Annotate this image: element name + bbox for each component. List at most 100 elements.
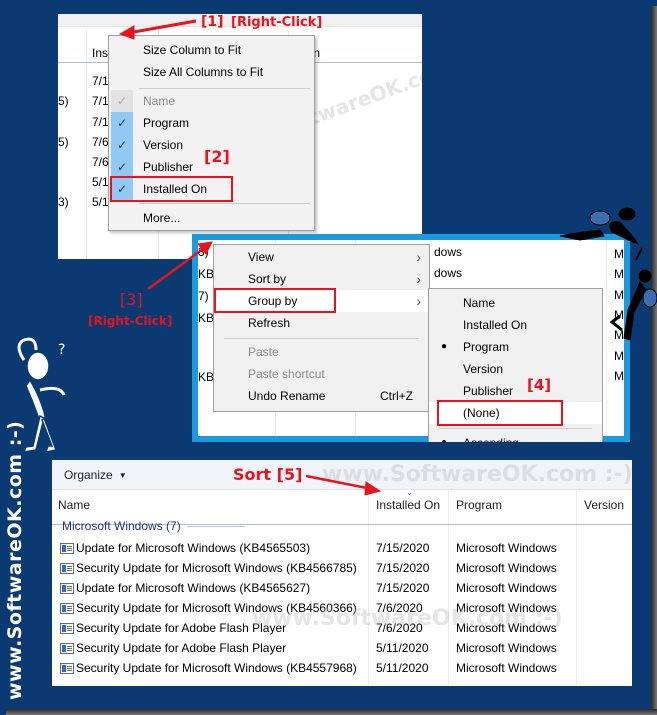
menu-item-label: Name [143,94,176,108]
submenu-item-publisher[interactable]: Publisher [429,380,602,402]
cell-name: Security Update for Microsoft Windows (K… [76,561,357,575]
command-bar: Organize ▼ www.SoftwareOK.com :-) [52,460,632,490]
menu-item-view[interactable]: View › [214,246,429,268]
menu-item-paste: Paste [214,341,429,363]
submenu-item-program[interactable]: ● Program [429,336,602,358]
checkmark-icon: ✓ [111,156,133,178]
menu-separator [224,338,419,339]
menu-item-label: Version [463,362,504,376]
update-icon [60,643,74,654]
submenu-item-version[interactable]: Version [429,358,602,380]
date-fragment: 7/1 [92,94,109,108]
annotation-step4: [4] [527,376,552,394]
table-row[interactable]: Security Update for Microsoft Windows (K… [52,659,632,679]
table-row[interactable]: Update for Microsoft Windows (KB4565503)… [52,539,632,559]
cell-fragment: M [614,328,624,342]
update-icon [60,663,74,674]
group-header[interactable]: Microsoft Windows (7) [62,519,622,533]
date-fragment: 7/1 [92,74,109,88]
date-fragment: 7/1 [92,115,109,129]
date-fragment: 7/6 [92,135,109,149]
update-icon [60,583,74,594]
table-row[interactable]: Security Update for Microsoft Windows (K… [52,559,632,579]
column-divider [606,240,607,436]
cell-fragment: M [614,267,624,281]
cell-program: Microsoft Windows [456,601,557,615]
cell-program: Microsoft Windows [456,581,557,595]
update-icon [60,603,74,614]
cell-fragment: M [614,369,624,383]
menu-item-label: Size All Columns to Fit [143,65,264,79]
submenu-item-name[interactable]: Name [429,292,602,314]
organize-label: Organize [64,468,113,482]
frame-shadow-bottom [6,709,657,715]
installed-updates-list: Organize ▼ www.SoftwareOK.com :-) Name ⌄ … [52,460,632,686]
menu-separator [139,88,310,89]
submenu-item-ascending[interactable]: ● Ascending [429,432,602,442]
group-divider [186,525,245,527]
cell-installed-on: 7/15/2020 [376,541,430,555]
highlight-box-installed-on [110,176,233,202]
group-label: Microsoft Windows (7) [62,519,181,533]
column-header-name[interactable]: Name [58,498,90,512]
annotation-step1: [1] [201,14,224,30]
menu-shortcut: Ctrl+Z [380,389,413,403]
organize-button[interactable]: Organize ▼ [64,468,127,482]
cell-program: Microsoft Windows [456,561,557,575]
date-fragment: 7/6 [92,155,109,169]
menu-item-refresh[interactable]: Refresh [214,312,429,334]
cell-fragment: M [614,288,624,302]
cell-installed-on: 7/6/2020 [376,601,423,615]
cell-name: Update for Microsoft Windows (KB4565627) [76,581,311,595]
column-header-installed-on[interactable]: Installed On [376,498,440,512]
table-row[interactable]: Security Update for Adobe Flash Player 5/… [52,639,632,659]
table-row[interactable]: Security Update for Microsoft Windows (K… [52,599,632,619]
cell-fragment: 3) [198,245,209,259]
chevron-right-icon: › [416,293,421,309]
menu-item-label: Undo Rename [248,389,326,403]
menu-item-column-program[interactable]: ✓ Program [109,112,314,134]
cell-name: Security Update for Microsoft Windows (K… [76,601,357,615]
table-row[interactable]: Update for Microsoft Windows (KB4565627)… [52,579,632,599]
menu-item-label: Refresh [248,316,291,330]
chevron-right-icon: › [416,271,421,287]
cell-installed-on: 7/15/2020 [376,561,430,575]
highlight-box-group-by [214,288,336,313]
cell-name: Security Update for Adobe Flash Player [76,641,287,655]
submenu-item-installed-on[interactable]: Installed On [429,314,602,336]
cell-name: Security Update for Adobe Flash Player [76,621,287,635]
column-header-program[interactable]: Program [456,498,502,512]
table-row[interactable]: Security Update for Adobe Flash Player 7/… [52,619,632,639]
annotation-step1-action: [Right-Click] [231,15,323,30]
cell-fragment: M [614,247,624,261]
menu-item-label: Sort by [248,272,287,286]
cell-fragment: dows [434,245,463,259]
menu-item-label: View [248,250,274,264]
menu-item-label: Name [463,296,496,310]
highlight-box-none [437,400,563,426]
cell-program: Microsoft Windows [456,541,557,555]
menu-item-paste-shortcut: Paste shortcut [214,363,429,385]
radio-bullet-icon: ● [441,341,448,352]
column-header-version[interactable]: Version [584,498,624,512]
menu-item-size-all-columns[interactable]: Size All Columns to Fit [109,61,314,83]
menu-item-size-column-to-fit[interactable]: Size Column to Fit [109,39,314,61]
annotation-step3-action: [Right-Click] [88,314,173,328]
date-fragment: 5/1 [92,175,109,189]
menu-item-more[interactable]: More... [109,207,314,229]
caret-down-icon: ▼ [118,471,127,480]
menu-item-label: Installed On [463,318,528,332]
cell-fragment: 5) [58,94,69,108]
watermark: www.SoftwareOK.com :-) [322,462,632,487]
menu-item-undo-rename[interactable]: Undo Rename Ctrl+Z [214,385,429,407]
menu-item-label: Paste shortcut [248,367,325,381]
menu-separator [439,428,592,429]
view-context-menu: View › Sort by › Group by › Refresh Past… [213,244,430,412]
menu-item-label: Publisher [143,160,194,174]
annotation-step3: [3] [120,290,143,309]
question-marks-icon: ? [58,342,65,358]
cell-installed-on: 7/6/2020 [376,621,423,635]
menu-item-label: Size Column to Fit [143,43,242,57]
menu-item-sort-by[interactable]: Sort by › [214,268,429,290]
checkmark-icon: ✓ [111,112,133,134]
